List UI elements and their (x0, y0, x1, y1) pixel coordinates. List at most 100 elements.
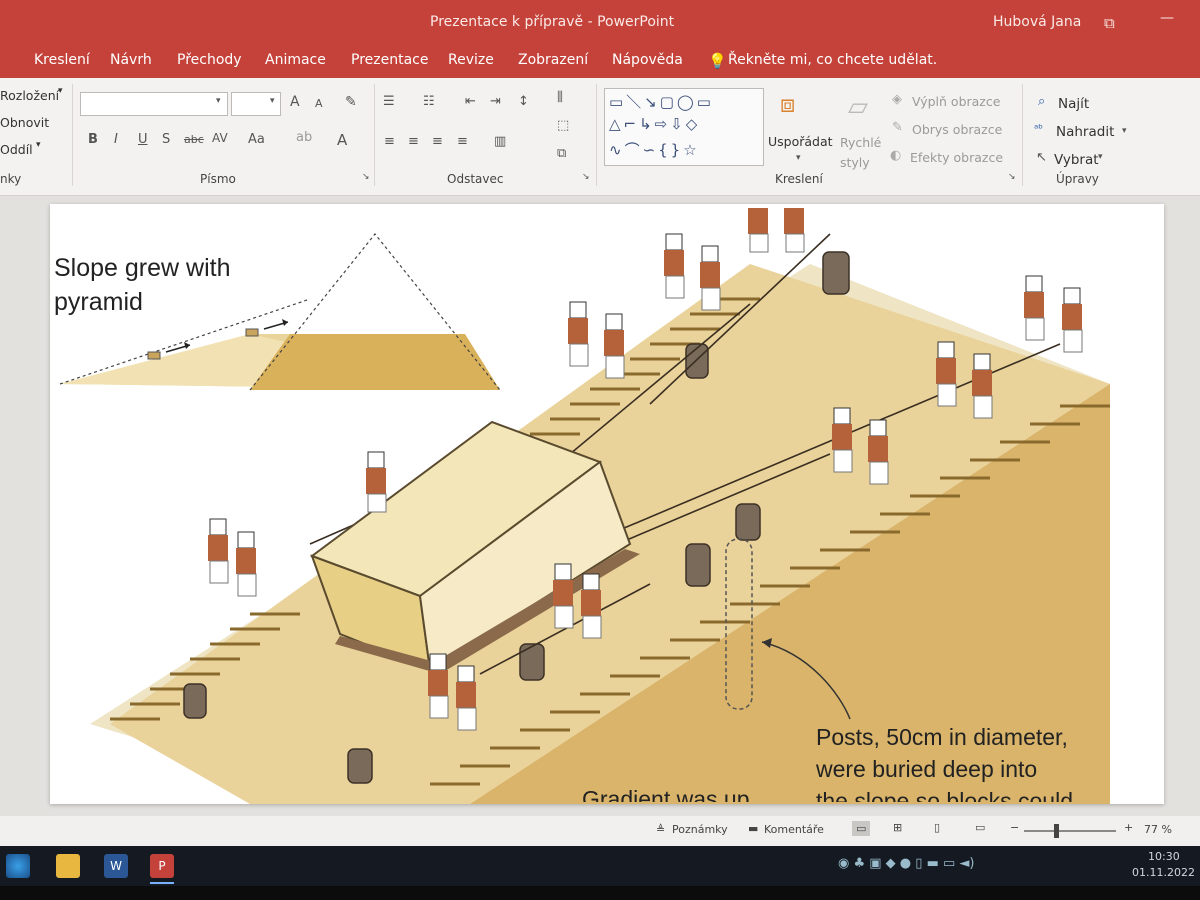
underline-button[interactable]: U (138, 132, 148, 147)
font-color-button[interactable]: A (337, 131, 347, 149)
quick-styles-label-1[interactable]: Rychlé (840, 135, 881, 150)
tab-prechody[interactable]: Přechody (177, 52, 242, 68)
tab-animace[interactable]: Animace (265, 52, 326, 68)
select-dropdown-icon[interactable]: ▾ (1098, 152, 1103, 162)
ribbon-display-icon[interactable]: ⧉ (1104, 14, 1115, 32)
strikethrough-button[interactable]: abc (184, 133, 204, 146)
shape-effects-button[interactable]: Efekty obrazce (910, 150, 1003, 165)
quick-styles-icon[interactable]: ▱ (848, 92, 868, 122)
comments-button[interactable]: Komentáře (764, 823, 824, 836)
layout-dropdown-icon[interactable]: ▾ (58, 86, 63, 96)
caption-posts-line-2[interactable]: were buried deep into (816, 756, 1037, 783)
caption-posts-line-3-cut[interactable]: the slope so blocks could (816, 788, 1073, 802)
caption-posts-line-1[interactable]: Posts, 50cm in diameter, (816, 724, 1068, 751)
arrange-button[interactable]: Uspořádat (768, 134, 833, 149)
edge-icon[interactable] (6, 854, 30, 878)
align-left-icon[interactable]: ≡ (384, 134, 395, 149)
quick-styles-label-2[interactable]: styly (840, 155, 870, 170)
paragraph-dialog-launcher-icon[interactable]: ↘ (582, 172, 590, 182)
tab-prezentace[interactable]: Prezentace (351, 52, 428, 68)
shape-outline-icon[interactable]: ✎ (892, 120, 903, 135)
tab-revize[interactable]: Revize (448, 52, 494, 68)
user-name[interactable]: Hubová Jana (993, 14, 1081, 30)
decrease-indent-icon[interactable]: ⇤ (465, 94, 476, 109)
layout-button[interactable]: Rozložení (0, 88, 59, 103)
shapes-gallery[interactable]: ▭＼↘▢◯▭ △⌐↳⇨⇩◇ ∿⌒∽{}☆ (604, 88, 764, 166)
clear-format-icon[interactable]: ✎ (345, 94, 357, 110)
file-explorer-icon[interactable] (56, 854, 80, 878)
caption-gradient-cut[interactable]: Gradient was up (582, 786, 749, 802)
slideshow-icon[interactable]: ▭ (975, 821, 985, 834)
caption-slope-line-1[interactable]: Slope grew with (54, 254, 230, 283)
line-spacing-icon[interactable]: ↕ (518, 94, 529, 109)
zoom-level[interactable]: 77 % (1144, 823, 1172, 836)
title-bar: Prezentace k přípravě - PowerPoint Hubov… (0, 0, 1200, 44)
shrink-font-button[interactable]: A (315, 97, 323, 110)
drawing-dialog-launcher-icon[interactable]: ↘ (1008, 172, 1016, 182)
shadow-button[interactable]: S (162, 132, 170, 147)
columns-icon[interactable]: ▥ (494, 134, 506, 149)
caption-slope-line-2[interactable]: pyramid (54, 288, 143, 317)
replace-icon[interactable]: ᵃᵇ (1034, 122, 1043, 135)
shape-fill-icon[interactable]: ◈ (892, 92, 902, 107)
minimize-icon[interactable]: — (1160, 10, 1174, 26)
shapes-row-3-icon[interactable]: ∿⌒∽{}☆ (609, 139, 700, 160)
search-icon[interactable]: ⌕ (1038, 94, 1045, 109)
replace-button[interactable]: Nahradit (1056, 124, 1114, 140)
tray-icons[interactable]: ◉ ♣ ▣ ◆ ● ▯ ▬ ▭ ◄) (838, 856, 974, 871)
char-spacing-button[interactable]: AV (212, 131, 228, 145)
zoom-in-icon[interactable]: + (1124, 821, 1133, 834)
bold-button[interactable]: B (88, 132, 98, 147)
arrange-icon[interactable]: ⧈ (780, 90, 795, 118)
word-icon[interactable]: W (104, 854, 128, 878)
align-right-icon[interactable]: ≡ (432, 134, 443, 149)
arrange-dropdown-icon[interactable]: ▾ (796, 153, 801, 163)
increase-indent-icon[interactable]: ⇥ (490, 94, 501, 109)
shape-effects-icon[interactable]: ◐ (890, 148, 901, 163)
slide[interactable]: Slope grew with pyramid Posts, 50cm in d… (50, 204, 1164, 804)
find-button[interactable]: Najít (1058, 96, 1089, 112)
numbering-icon[interactable]: ☷ (423, 94, 435, 109)
cursor-icon[interactable]: ↖ (1036, 150, 1047, 165)
justify-icon[interactable]: ≡ (457, 134, 468, 149)
smartart-icon[interactable]: ⧉ (557, 146, 566, 161)
slide-sorter-icon[interactable]: ⊞ (893, 821, 902, 834)
reading-view-icon[interactable]: ▯ (934, 821, 940, 834)
tab-napoveda[interactable]: Nápověda (612, 52, 683, 68)
comment-icon[interactable]: ▬ (748, 822, 758, 835)
bullets-icon[interactable]: ☰ (383, 94, 395, 109)
powerpoint-icon[interactable]: P (150, 854, 174, 878)
tell-me-search[interactable]: Řekněte mi, co chcete udělat. (728, 52, 937, 68)
shape-fill-button[interactable]: Výplň obrazce (912, 94, 1000, 109)
select-button[interactable]: Vybrat (1054, 152, 1099, 168)
zoom-slider[interactable] (1024, 830, 1116, 832)
normal-view-icon[interactable]: ▭ (852, 821, 871, 836)
text-direction-icon[interactable]: ⫼ (557, 90, 563, 105)
shapes-row-1-icon[interactable]: ▭＼↘▢◯▭ (609, 91, 714, 112)
font-name-box[interactable] (80, 92, 228, 116)
font-name-dropdown-icon[interactable]: ▾ (216, 96, 221, 106)
section-button[interactable]: Oddíl (0, 142, 33, 157)
italic-button[interactable]: I (114, 132, 118, 147)
font-dialog-launcher-icon[interactable]: ↘ (362, 172, 370, 182)
highlight-icon[interactable]: ab (296, 130, 312, 145)
replace-dropdown-icon[interactable]: ▾ (1122, 126, 1127, 136)
clock-time[interactable]: 10:30 (1148, 850, 1180, 863)
zoom-out-icon[interactable]: − (1010, 821, 1019, 834)
change-case-button[interactable]: Aa (248, 132, 265, 147)
clock-date[interactable]: 01.11.2022 (1132, 866, 1195, 879)
align-center-icon[interactable]: ≡ (408, 134, 419, 149)
notes-icon[interactable]: ≜ (656, 823, 665, 836)
tab-navrh[interactable]: Návrh (110, 52, 152, 68)
shapes-row-2-icon[interactable]: △⌐↳⇨⇩◇ (609, 115, 700, 133)
grow-font-button[interactable]: A (290, 94, 300, 110)
align-text-icon[interactable]: ⬚ (557, 118, 569, 133)
font-size-dropdown-icon[interactable]: ▾ (270, 96, 275, 106)
tab-kresleni[interactable]: Kreslení (34, 52, 90, 68)
section-dropdown-icon[interactable]: ▾ (36, 140, 41, 150)
reset-button[interactable]: Obnovit (0, 115, 49, 130)
tab-zobrazeni[interactable]: Zobrazení (518, 52, 588, 68)
shape-outline-button[interactable]: Obrys obrazce (912, 122, 1002, 137)
zoom-slider-thumb[interactable] (1054, 824, 1059, 838)
notes-button[interactable]: Poznámky (672, 823, 728, 836)
